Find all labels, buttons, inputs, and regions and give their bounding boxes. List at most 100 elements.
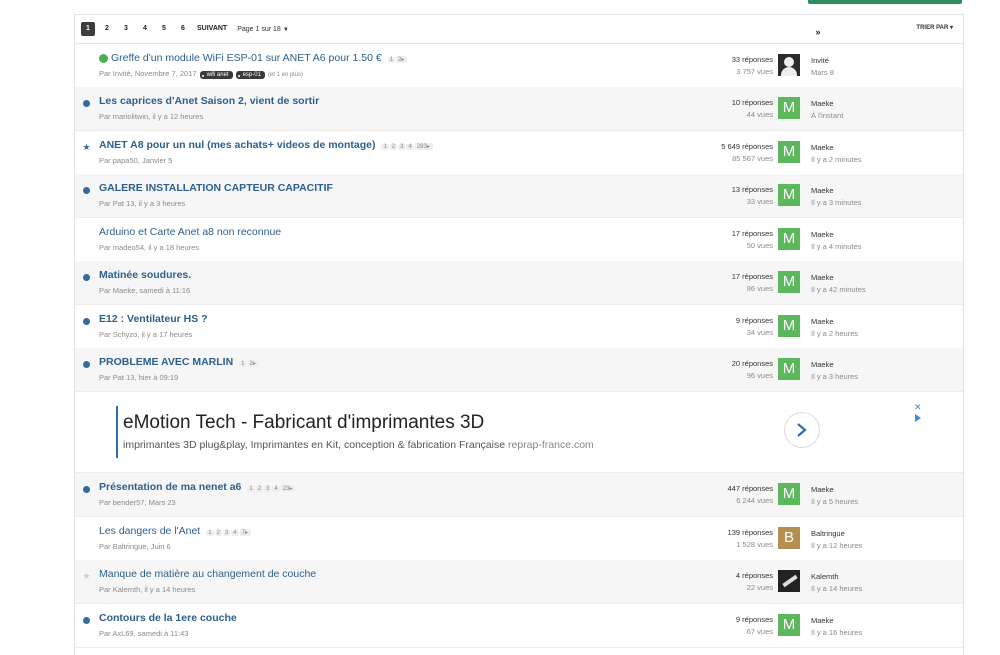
avatar[interactable]: M xyxy=(778,614,800,636)
page-6-button[interactable]: 6 xyxy=(176,22,190,36)
topic-page-link[interactable]: 3 xyxy=(264,486,272,492)
avatar[interactable] xyxy=(778,570,800,592)
last-poster-name[interactable]: Maeke xyxy=(811,316,858,328)
topic-page-link[interactable]: 2 xyxy=(389,144,398,150)
topic-meta: Par Pat 13, hier à 09:19 xyxy=(99,373,178,382)
page-2-button[interactable]: 2 xyxy=(100,22,114,36)
last-poster-name[interactable]: Maeke xyxy=(811,484,858,496)
topic-title-link[interactable]: Arduino et Carte Anet a8 non reconnue xyxy=(99,226,281,238)
last-page-button[interactable]: » xyxy=(811,26,825,40)
topic-title-link[interactable]: Contours de la 1ere couche xyxy=(99,612,237,624)
topic-title-link[interactable]: Matinée soudures. xyxy=(99,269,191,281)
ad-banner[interactable]: eMotion Tech - Fabricant d'imprimantes 3… xyxy=(75,392,963,473)
topic-row[interactable]: ★ ANET A8 pour un nul (mes achats+ videos… xyxy=(75,131,963,175)
topic-title-link[interactable]: Manque de matière au changement de couch… xyxy=(99,568,316,580)
last-poster-name[interactable]: Maeke xyxy=(811,272,866,284)
avatar[interactable]: M xyxy=(778,315,800,337)
topic-row[interactable]: Les dangers de l'Anet 1 2 3 4 7▸ Par Baltringu… xyxy=(75,517,963,561)
last-poster-name[interactable]: Kalemth xyxy=(811,571,862,583)
ad-headline[interactable]: eMotion Tech - Fabricant d'imprimantes 3… xyxy=(123,412,484,434)
ad-accent-bar xyxy=(116,406,118,458)
ad-open-button[interactable] xyxy=(784,412,820,448)
topic-row[interactable]: ★ Manque de matière au changement de couc… xyxy=(75,560,963,604)
topic-row[interactable]: PROBLEME AVEC MARLIN 1 2▸ Par Pat 13, hier … xyxy=(75,348,963,392)
topic-page-link[interactable]: 4 xyxy=(272,486,280,492)
last-poster-name[interactable]: Baltringue xyxy=(811,528,862,540)
avatar[interactable]: M xyxy=(778,97,800,119)
next-page-button[interactable]: SUIVANT xyxy=(197,22,227,36)
star-icon: ★ xyxy=(82,142,91,152)
topic-title-link[interactable]: GALERE INSTALLATION CAPTEUR CAPACITIF xyxy=(99,182,333,194)
topic-author-date: Par Schyzo, il y a 17 heures xyxy=(99,330,193,339)
page-3-button[interactable]: 3 xyxy=(119,22,133,36)
topic-page-link[interactable]: 3 xyxy=(222,530,231,536)
topic-row[interactable]: Arduino et Carte Anet a8 non reconnue Par… xyxy=(75,218,963,262)
topic-page-link[interactable]: 2▸ xyxy=(396,56,408,63)
last-poster-name[interactable]: Maeke xyxy=(811,185,861,197)
topic-page-link[interactable]: 2▸ xyxy=(247,360,259,367)
page-4-button[interactable]: 4 xyxy=(138,22,152,36)
tag-badge[interactable]: wifi anet xyxy=(199,71,233,79)
avatar[interactable] xyxy=(778,54,800,76)
topic-title-link[interactable]: PROBLEME AVEC MARLIN 1 2▸ xyxy=(99,356,260,368)
topic-row[interactable]: Les caprices d'Anet Saison 2, vient de s… xyxy=(75,87,963,131)
topic-page-link[interactable]: 1 xyxy=(206,530,214,536)
topic-page-link[interactable]: 3 xyxy=(398,144,406,150)
topic-meta: Par Schyzo, il y a 17 heures xyxy=(99,330,192,339)
topic-title: Greffe d'un module WiFi ESP-01 sur ANET … xyxy=(111,52,382,64)
ad-close-icon[interactable]: ✕ xyxy=(914,402,922,413)
last-poster-name[interactable]: Maeke xyxy=(811,359,858,371)
page-5-button[interactable]: 5 xyxy=(157,22,171,36)
topic-author-date: Par Pat 13, il y a 3 heures xyxy=(99,199,186,208)
avatar[interactable]: M xyxy=(778,358,800,380)
avatar[interactable]: M xyxy=(778,483,800,505)
sort-dropdown[interactable]: TRIER PAR ▾ xyxy=(916,24,953,31)
topic-page-link[interactable]: 1 xyxy=(381,144,389,150)
topic-row[interactable]: Présentation de ma nenet a6 1 2 3 4 23▸ Par be… xyxy=(75,473,963,517)
reply-count: 17 réponses xyxy=(731,229,773,238)
last-poster-name[interactable]: Invité xyxy=(811,55,834,67)
topic-row[interactable]: E12 : Ventilateur HS ? Par Schyzo, il y a… xyxy=(75,305,963,349)
avatar[interactable]: M xyxy=(778,228,800,250)
avatar[interactable]: M xyxy=(778,141,800,163)
topic-page-link[interactable]: 7▸ xyxy=(239,529,251,536)
topic-page-link[interactable]: 1 xyxy=(387,57,396,63)
topic-author-date: Par Invité, Novembre 7, 2017 xyxy=(99,69,197,78)
topic-row[interactable]: GALERE INSTALLATION CAPTEUR CAPACITIF Par… xyxy=(75,174,963,218)
avatar[interactable]: B xyxy=(778,527,800,549)
topic-title: Arduino et Carte Anet a8 non reconnue xyxy=(99,226,282,238)
topic-row[interactable]: Contours de la 1ere couche Par AxL69, sam… xyxy=(75,604,963,648)
tag-badge[interactable]: esp-01 xyxy=(235,71,265,79)
topic-page-link[interactable]: 2 xyxy=(255,486,264,492)
topic-title-link[interactable]: Greffe d'un module WiFi ESP-01 sur ANET … xyxy=(111,52,408,64)
topic-page-link[interactable]: 283▸ xyxy=(414,143,433,150)
primary-action-button[interactable] xyxy=(808,0,962,4)
ad-choices-icon[interactable] xyxy=(915,414,921,422)
topic-row[interactable]: Greffe d'un module WiFi ESP-01 sur ANET … xyxy=(75,44,963,88)
reply-count: 139 réponses xyxy=(727,528,773,537)
last-poster-name[interactable]: Maeke xyxy=(811,142,861,154)
page-jump-dropdown[interactable]: Page 1 sur 18 ▼ xyxy=(237,26,289,33)
topic-title-link[interactable]: ANET A8 pour un nul (mes achats+ videos … xyxy=(99,139,434,151)
topic-page-link[interactable]: 4 xyxy=(406,144,414,150)
topic-page-link[interactable]: 1 xyxy=(239,361,247,367)
last-post-time: Mars 8 xyxy=(811,68,834,77)
topic-title-link[interactable]: Présentation de ma nenet a6 1 2 3 4 23▸ xyxy=(99,481,296,493)
topic-title-link[interactable]: Les dangers de l'Anet 1 2 3 4 7▸ xyxy=(99,525,252,537)
topic-page-link[interactable]: 4 xyxy=(231,530,239,536)
topic-author-date: Par mariolitwin, il y a 12 heures xyxy=(99,112,204,121)
avatar[interactable]: M xyxy=(778,184,800,206)
topic-row[interactable]: Matinée soudures. Par Maeke, samedi à 11:… xyxy=(75,261,963,305)
last-post-time: Il y a 12 heures xyxy=(811,541,863,550)
topic-title-link[interactable]: E12 : Ventilateur HS ? xyxy=(99,313,208,325)
topic-title: ANET A8 pour un nul (mes achats+ videos … xyxy=(99,139,376,151)
topic-page-link[interactable]: 1 xyxy=(247,486,255,492)
last-poster-name[interactable]: Maeke xyxy=(811,615,862,627)
topic-page-link[interactable]: 2 xyxy=(214,530,222,536)
topic-title-link[interactable]: Les caprices d'Anet Saison 2, vient de s… xyxy=(99,95,319,107)
last-poster-name[interactable]: Maeke xyxy=(811,229,861,241)
avatar[interactable]: M xyxy=(778,271,800,293)
page-1-button[interactable]: 1 xyxy=(81,22,95,36)
last-poster-name[interactable]: Maeke xyxy=(811,98,843,110)
topic-page-link[interactable]: 23▸ xyxy=(280,485,296,492)
